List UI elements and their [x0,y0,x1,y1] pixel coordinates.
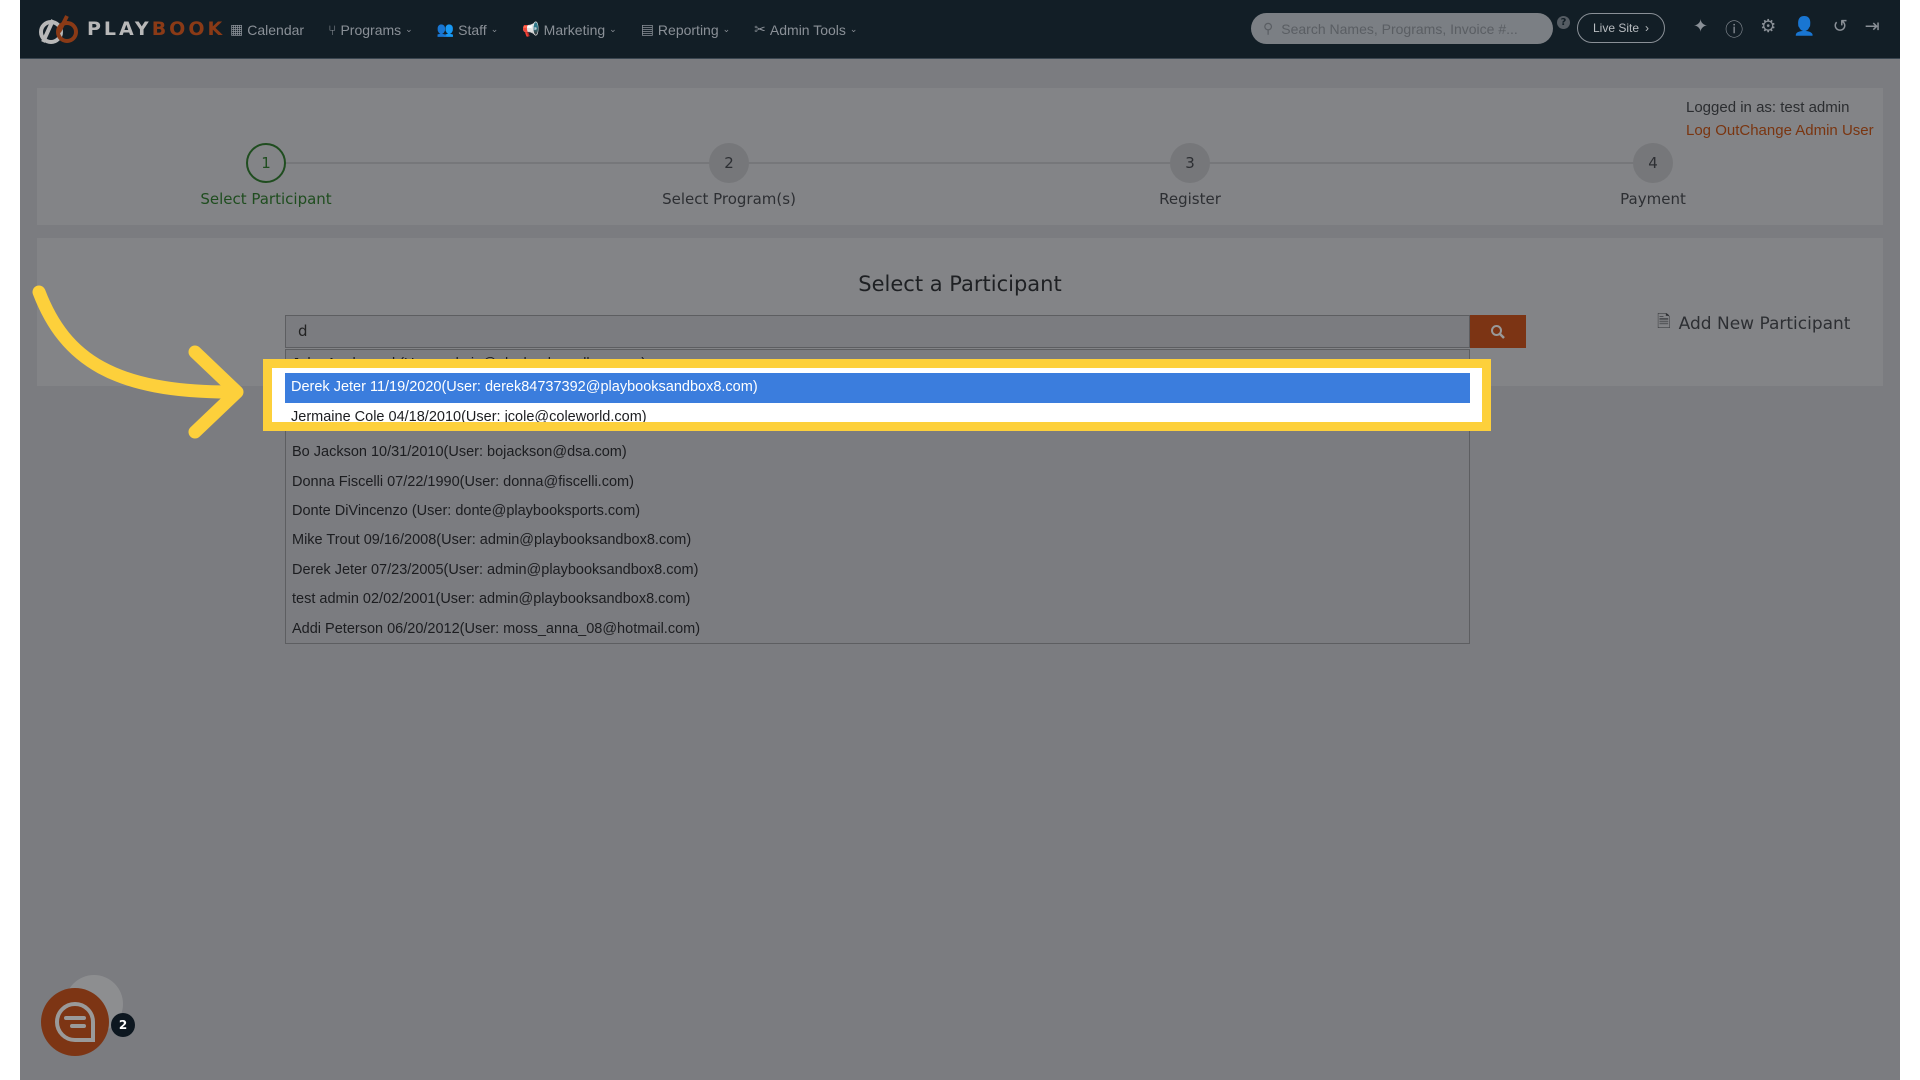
chevron-down-icon: ⌄ [722,24,731,34]
step-1-label: Select Participant [200,190,332,208]
menu-label: Programs [340,21,402,38]
pointer-arrow-icon [32,285,244,439]
change-admin-link[interactable]: Change Admin User [1739,122,1873,139]
participant-option[interactable]: Donna Fiscelli 07/22/1990(User: donna@fi… [286,468,1469,497]
menu-label: Staff [458,21,487,38]
participant-option[interactable]: Bo Jackson 10/31/2010(User: bojackson@ds… [286,438,1469,467]
menu-admin-tools[interactable]: ✂ Admin Tools ⌄ [754,21,857,38]
global-search-input[interactable]: ⚲ Search Names, Programs, Invoice #... [1251,13,1553,44]
login-info: Logged in as: test admin Log OutChange A… [1686,96,1874,142]
participant-option[interactable]: test admin 02/02/2001(User: admin@playbo… [286,585,1469,614]
search-icon: ⚲ [1263,20,1274,36]
menu-staff[interactable]: 👥 Staff ⌄ [437,21,499,38]
participant-search-input[interactable]: d [285,315,1470,348]
participant-option[interactable]: Jermaine Cole 04/18/2010(User: jcole@col… [285,403,1470,422]
history-icon[interactable]: ↺ [1833,16,1848,42]
logo[interactable]: PLAY BOOK [37,14,225,44]
chevron-down-icon: ⌄ [490,24,499,34]
tools-icon: ✂ [754,21,766,37]
participant-option[interactable]: Donte DiVincenzo (User: donte@playbooksp… [286,497,1469,526]
gear-icon[interactable]: ⚙ [1760,16,1776,42]
page-title: Select a Participant [858,272,1062,296]
menu-marketing[interactable]: 📢 Marketing ⌄ [522,21,616,38]
announcement-icon[interactable]: ✦ [1693,16,1708,42]
participant-option[interactable]: Derek Jeter 07/23/2005(User: admin@playb… [286,556,1469,585]
logo-text-accent: BOOK [151,18,226,40]
live-site-button[interactable]: Live Site › [1577,13,1665,43]
megaphone-icon: 📢 [522,21,540,37]
step-2-circle: 2 [709,143,749,183]
logo-text: PLAY [87,18,152,40]
step-3-circle: 3 [1170,143,1210,183]
menu-programs[interactable]: ⑂ Programs ⌄ [328,22,413,38]
help-icon[interactable]: ? [1557,16,1570,29]
add-new-participant-button[interactable]: 🗎 Add New Participant [1657,309,1850,338]
logged-in-text: Logged in as: test admin [1686,99,1850,116]
search-icon [1491,324,1505,339]
participant-option-selected[interactable]: Derek Jeter 11/19/2020(User: derek847373… [285,373,1470,403]
stepper-line [286,162,1653,164]
top-nav: PLAY BOOK ▦ Calendar ⑂ Programs ⌄ 👥 Staff ⌄ 📢 M… [20,0,1900,59]
add-new-label: Add New Participant [1678,313,1851,334]
nav-icons: ✦ ⓘ ⚙ 👤 ↺ ⇥ [1693,16,1880,42]
participant-option[interactable]: John Appleseed (User: admin@playbooksand… [285,368,1470,373]
users-icon: 👥 [436,21,455,37]
calendar-icon: ▦ [230,21,244,37]
chat-notification-badge: 2 [111,1013,135,1037]
chevron-down-icon: ⌄ [849,24,858,34]
menu-label: Admin Tools [769,21,846,38]
logo-mark-icon [39,15,78,44]
add-user-icon[interactable]: 👤 [1793,16,1815,42]
chevron-down-icon: ⌄ [609,24,617,34]
chevron-down-icon: ⌄ [405,24,413,34]
step-4-circle: 4 [1633,143,1673,183]
step-1-circle: 1 [246,143,286,183]
step-2-label: Select Program(s) [662,190,796,208]
step-4-label: Payment [1620,190,1686,208]
document-icon: ▤ [640,21,654,37]
menu-reporting[interactable]: ▤ Reporting ⌄ [641,21,730,38]
participant-option[interactable]: Mike Trout 09/16/2008(User: admin@playbo… [286,526,1469,555]
chat-widget-button[interactable] [41,988,109,1056]
add-file-icon: 🗎 [1657,312,1671,332]
question-icon[interactable]: ⓘ [1725,16,1743,42]
step-3-label: Register [1159,190,1221,208]
chat-icon [55,1001,95,1042]
log-out-link[interactable]: Log Out [1686,122,1739,139]
menu-label: Marketing [543,21,606,38]
live-site-label: Live Site [1592,21,1640,35]
menu-label: Calendar [247,21,305,38]
logout-icon[interactable]: ⇥ [1865,16,1880,42]
main-menu: ▦ Calendar ⑂ Programs ⌄ 👥 Staff ⌄ 📢 Marketing ⌄… [230,0,857,59]
participant-search-button[interactable] [1470,315,1526,348]
branch-icon: ⑂ [328,21,337,38]
chevron-right-icon: › [1645,21,1650,35]
highlight-box: John Appleseed (User: admin@playbooksand… [263,359,1491,431]
menu-calendar[interactable]: ▦ Calendar [230,21,304,38]
search-placeholder: Search Names, Programs, Invoice #... [1281,20,1518,37]
menu-label: Reporting [657,21,719,38]
participant-option[interactable]: Addi Peterson 06/20/2012(User: moss_anna… [286,615,1469,643]
